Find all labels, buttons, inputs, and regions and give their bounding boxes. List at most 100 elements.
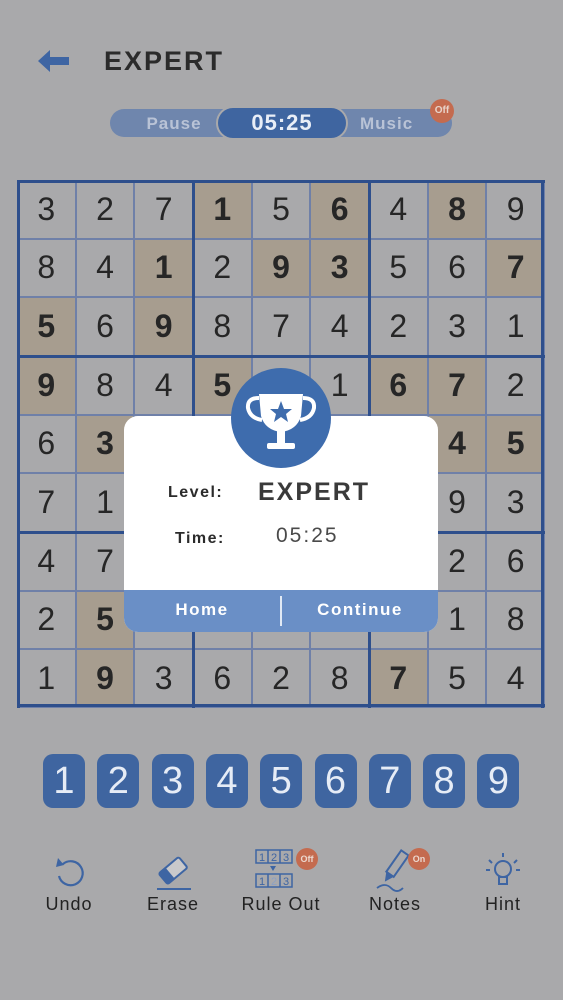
board-cell[interactable]: 5 [487, 415, 544, 473]
board-cell[interactable]: 7 [428, 357, 486, 414]
board-cell[interactable]: 5 [370, 239, 427, 297]
rule-out-off-badge: Off [296, 848, 318, 870]
board-cell[interactable]: 8 [487, 591, 544, 649]
board-cell[interactable]: 2 [18, 591, 75, 649]
board-cell[interactable]: 9 [252, 239, 310, 297]
undo-label: Undo [45, 894, 93, 914]
board-cell[interactable]: 9 [487, 181, 544, 238]
board-cell[interactable]: 6 [487, 533, 544, 590]
board-cell[interactable]: 1 [194, 181, 251, 238]
svg-text:1: 1 [259, 876, 265, 888]
level-label: Level: [168, 484, 224, 501]
svg-text:2: 2 [271, 876, 277, 888]
box-divider [17, 355, 545, 358]
board-cell[interactable]: 4 [135, 357, 192, 414]
music-label[interactable]: Music [360, 114, 440, 134]
board-cell[interactable]: 1 [18, 650, 75, 707]
board-cell[interactable]: 3 [487, 474, 544, 531]
erase-button[interactable]: Erase [128, 848, 218, 915]
box-divider [17, 704, 545, 707]
pause-label[interactable]: Pause [124, 114, 224, 134]
board-cell[interactable]: 8 [194, 298, 251, 355]
number-key-2[interactable]: 2 [97, 754, 140, 808]
rule-out-button[interactable]: 1 2 3 1 2 3 Off Rule Out [236, 848, 326, 915]
game-timer: 05:25 [216, 106, 348, 140]
number-key-3[interactable]: 3 [151, 754, 194, 808]
board-cell[interactable]: 8 [18, 239, 75, 297]
board-cell[interactable]: 4 [18, 533, 75, 590]
board-cell[interactable]: 8 [311, 650, 368, 707]
undo-icon [56, 858, 84, 887]
board-cell[interactable]: 2 [252, 650, 310, 707]
board-cell[interactable]: 3 [18, 181, 75, 238]
notes-on-badge: On [408, 848, 430, 870]
board-cell[interactable]: 6 [311, 181, 368, 238]
continue-button[interactable]: Continue [282, 590, 438, 632]
control-bar: Pause Music 05:25 Off [110, 99, 454, 140]
board-cell[interactable]: 2 [370, 298, 427, 355]
number-pad: 123456789 [0, 754, 563, 808]
box-divider [17, 180, 20, 708]
number-key-4[interactable]: 4 [205, 754, 248, 808]
board-cell[interactable]: 4 [487, 650, 544, 707]
number-key-5[interactable]: 5 [260, 754, 303, 808]
board-cell[interactable]: 3 [428, 298, 486, 355]
board-cell[interactable]: 5 [18, 298, 75, 355]
board-cell[interactable]: 9 [18, 357, 75, 414]
dialog-footer: Home Continue [124, 590, 438, 632]
box-divider [17, 180, 545, 183]
board-cell[interactable]: 1 [487, 298, 544, 355]
board-cell[interactable]: 6 [18, 415, 75, 473]
time-label: Time: [175, 530, 225, 547]
number-key-7[interactable]: 7 [368, 754, 411, 808]
eraser-icon [157, 856, 191, 890]
board-cell[interactable]: 2 [194, 239, 251, 297]
back-arrow-icon[interactable] [36, 46, 72, 76]
music-off-badge: Off [430, 99, 454, 123]
board-cell[interactable]: 7 [135, 181, 192, 238]
number-key-1[interactable]: 1 [43, 754, 85, 808]
rule-out-label: Rule Out [241, 894, 321, 914]
board-cell[interactable]: 4 [76, 239, 134, 297]
lightbulb-icon [486, 853, 520, 885]
notes-label: Notes [368, 894, 422, 914]
board-cell[interactable]: 9 [76, 650, 134, 707]
page-title: EXPERT [104, 46, 225, 76]
board-cell[interactable]: 9 [135, 298, 192, 355]
level-value: EXPERT [258, 478, 371, 506]
board-cell[interactable]: 7 [370, 650, 427, 707]
svg-text:2: 2 [271, 852, 277, 864]
svg-text:1: 1 [259, 852, 265, 864]
trophy-icon [231, 368, 331, 468]
board-cell[interactable]: 6 [194, 650, 251, 707]
board-cell[interactable]: 6 [76, 298, 134, 355]
board-cell[interactable]: 3 [135, 650, 192, 707]
board-cell[interactable]: 3 [311, 239, 368, 297]
board-cell[interactable]: 5 [428, 650, 486, 707]
svg-text:3: 3 [283, 852, 289, 864]
board-cell[interactable]: 4 [370, 181, 427, 238]
board-cell[interactable]: 8 [428, 181, 486, 238]
board-cell[interactable]: 7 [487, 239, 544, 297]
number-key-6[interactable]: 6 [314, 754, 357, 808]
board-cell[interactable]: 5 [252, 181, 310, 238]
board-cell[interactable]: 2 [76, 181, 134, 238]
board-cell[interactable]: 6 [370, 357, 427, 414]
board-cell[interactable]: 2 [487, 357, 544, 414]
box-divider [541, 180, 544, 708]
undo-button[interactable]: Undo [24, 848, 114, 915]
number-key-9[interactable]: 9 [477, 754, 520, 808]
time-value: 05:25 [276, 524, 339, 547]
board-cell[interactable]: 8 [76, 357, 134, 414]
home-button[interactable]: Home [124, 590, 280, 632]
notes-button[interactable]: On Notes [350, 848, 440, 915]
board-cell[interactable]: 4 [311, 298, 368, 355]
erase-label: Erase [146, 894, 200, 914]
svg-text:3: 3 [283, 876, 289, 888]
board-cell[interactable]: 7 [18, 474, 75, 531]
number-key-8[interactable]: 8 [423, 754, 466, 808]
board-cell[interactable]: 6 [428, 239, 486, 297]
board-cell[interactable]: 7 [252, 298, 310, 355]
board-cell[interactable]: 1 [135, 239, 192, 297]
hint-button[interactable]: Hint [458, 848, 548, 915]
